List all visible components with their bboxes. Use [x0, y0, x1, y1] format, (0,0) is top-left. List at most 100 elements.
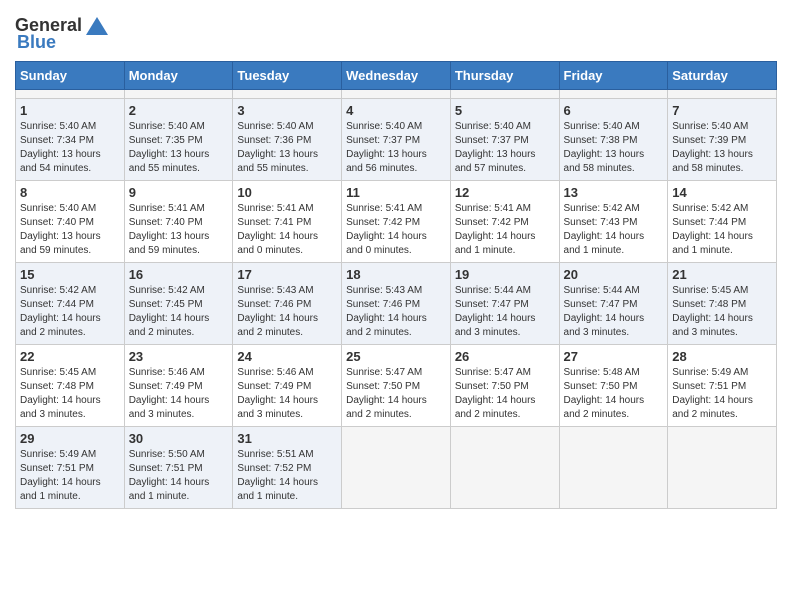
calendar-cell	[559, 427, 668, 509]
day-info: Sunrise: 5:40 AM Sunset: 7:34 PM Dayligh…	[20, 120, 120, 176]
calendar-cell: 14Sunrise: 5:42 AM Sunset: 7:44 PM Dayli…	[668, 181, 777, 263]
day-number: 3	[237, 103, 337, 118]
calendar-cell	[233, 90, 342, 99]
calendar-cell: 24Sunrise: 5:46 AM Sunset: 7:49 PM Dayli…	[233, 345, 342, 427]
day-info: Sunrise: 5:43 AM Sunset: 7:46 PM Dayligh…	[237, 284, 337, 340]
day-info: Sunrise: 5:40 AM Sunset: 7:38 PM Dayligh…	[564, 120, 664, 176]
calendar-cell: 5 Sunrise: 5:40 AM Sunset: 7:37 PM Daylig…	[450, 99, 559, 181]
day-number: 22	[20, 349, 120, 364]
calendar-week-row	[16, 90, 777, 99]
day-info: Sunrise: 5:44 AM Sunset: 7:47 PM Dayligh…	[455, 284, 555, 340]
day-number: 1	[20, 103, 120, 118]
day-number: 5	[455, 103, 555, 118]
day-info: Sunrise: 5:45 AM Sunset: 7:48 PM Dayligh…	[20, 366, 120, 422]
calendar-cell: 29 Sunrise: 5:49 AM Sunset: 7:51 PM Dayli…	[16, 427, 125, 509]
calendar-cell: 13Sunrise: 5:42 AM Sunset: 7:43 PM Dayli…	[559, 181, 668, 263]
calendar-cell: 6Sunrise: 5:40 AM Sunset: 7:38 PM Daylig…	[559, 99, 668, 181]
day-info: Sunrise: 5:41 AM Sunset: 7:42 PM Dayligh…	[455, 202, 555, 258]
day-number: 27	[564, 349, 664, 364]
calendar-cell: 1 Sunrise: 5:40 AM Sunset: 7:34 PM Daylig…	[16, 99, 125, 181]
day-number: 17	[237, 267, 337, 282]
day-number: 16	[129, 267, 229, 282]
calendar-cell: 26 Sunrise: 5:47 AM Sunset: 7:50 PM Dayli…	[450, 345, 559, 427]
day-info: Sunrise: 5:41 AM Sunset: 7:41 PM Dayligh…	[237, 202, 337, 258]
calendar-cell	[16, 90, 125, 99]
day-info: Sunrise: 5:47 AM Sunset: 7:50 PM Dayligh…	[346, 366, 446, 422]
calendar-cell: 28 Sunrise: 5:49 AM Sunset: 7:51 PM Dayli…	[668, 345, 777, 427]
logo-blue: Blue	[17, 32, 56, 53]
day-info: Sunrise: 5:47 AM Sunset: 7:50 PM Dayligh…	[455, 366, 555, 422]
calendar-cell	[559, 90, 668, 99]
calendar-cell	[450, 427, 559, 509]
day-info: Sunrise: 5:45 AM Sunset: 7:48 PM Dayligh…	[672, 284, 772, 340]
day-info: Sunrise: 5:40 AM Sunset: 7:37 PM Dayligh…	[346, 120, 446, 176]
day-number: 29	[20, 431, 120, 446]
day-info: Sunrise: 5:41 AM Sunset: 7:42 PM Dayligh…	[346, 202, 446, 258]
day-number: 18	[346, 267, 446, 282]
day-number: 11	[346, 185, 446, 200]
calendar-cell: 21 Sunrise: 5:45 AM Sunset: 7:48 PM Dayli…	[668, 263, 777, 345]
calendar-week-row: 22 Sunrise: 5:45 AM Sunset: 7:48 PM Dayli…	[16, 345, 777, 427]
day-number: 10	[237, 185, 337, 200]
calendar-header-tuesday: Tuesday	[233, 62, 342, 90]
day-number: 25	[346, 349, 446, 364]
calendar-week-row: 29 Sunrise: 5:49 AM Sunset: 7:51 PM Dayli…	[16, 427, 777, 509]
day-number: 4	[346, 103, 446, 118]
day-number: 9	[129, 185, 229, 200]
day-number: 28	[672, 349, 772, 364]
calendar-header-saturday: Saturday	[668, 62, 777, 90]
day-info: Sunrise: 5:40 AM Sunset: 7:35 PM Dayligh…	[129, 120, 229, 176]
calendar-cell: 2 Sunrise: 5:40 AM Sunset: 7:35 PM Daylig…	[124, 99, 233, 181]
calendar-header-thursday: Thursday	[450, 62, 559, 90]
day-number: 19	[455, 267, 555, 282]
calendar-cell: 19 Sunrise: 5:44 AM Sunset: 7:47 PM Dayli…	[450, 263, 559, 345]
logo-icon	[86, 17, 108, 35]
calendar-header-row: SundayMondayTuesdayWednesdayThursdayFrid…	[16, 62, 777, 90]
day-number: 14	[672, 185, 772, 200]
day-number: 31	[237, 431, 337, 446]
day-info: Sunrise: 5:51 AM Sunset: 7:52 PM Dayligh…	[237, 448, 337, 504]
day-info: Sunrise: 5:43 AM Sunset: 7:46 PM Dayligh…	[346, 284, 446, 340]
calendar-header-wednesday: Wednesday	[342, 62, 451, 90]
day-number: 12	[455, 185, 555, 200]
day-info: Sunrise: 5:40 AM Sunset: 7:39 PM Dayligh…	[672, 120, 772, 176]
calendar-cell: 11 Sunrise: 5:41 AM Sunset: 7:42 PM Dayli…	[342, 181, 451, 263]
calendar-cell: 16 Sunrise: 5:42 AM Sunset: 7:45 PM Dayli…	[124, 263, 233, 345]
calendar-cell: 7 Sunrise: 5:40 AM Sunset: 7:39 PM Daylig…	[668, 99, 777, 181]
logo: General Blue	[15, 15, 108, 53]
day-number: 2	[129, 103, 229, 118]
calendar-cell: 3Sunrise: 5:40 AM Sunset: 7:36 PM Daylig…	[233, 99, 342, 181]
calendar-header-sunday: Sunday	[16, 62, 125, 90]
day-info: Sunrise: 5:50 AM Sunset: 7:51 PM Dayligh…	[129, 448, 229, 504]
calendar-cell: 10 Sunrise: 5:41 AM Sunset: 7:41 PM Dayli…	[233, 181, 342, 263]
calendar-cell	[342, 90, 451, 99]
calendar-week-row: 8Sunrise: 5:40 AM Sunset: 7:40 PM Daylig…	[16, 181, 777, 263]
calendar-cell: 4 Sunrise: 5:40 AM Sunset: 7:37 PM Daylig…	[342, 99, 451, 181]
day-info: Sunrise: 5:42 AM Sunset: 7:45 PM Dayligh…	[129, 284, 229, 340]
calendar-cell	[668, 90, 777, 99]
day-number: 30	[129, 431, 229, 446]
day-info: Sunrise: 5:40 AM Sunset: 7:37 PM Dayligh…	[455, 120, 555, 176]
day-info: Sunrise: 5:46 AM Sunset: 7:49 PM Dayligh…	[237, 366, 337, 422]
day-number: 7	[672, 103, 772, 118]
calendar-cell: 20Sunrise: 5:44 AM Sunset: 7:47 PM Dayli…	[559, 263, 668, 345]
day-number: 23	[129, 349, 229, 364]
calendar-cell: 25 Sunrise: 5:47 AM Sunset: 7:50 PM Dayli…	[342, 345, 451, 427]
day-info: Sunrise: 5:40 AM Sunset: 7:40 PM Dayligh…	[20, 202, 120, 258]
day-info: Sunrise: 5:42 AM Sunset: 7:44 PM Dayligh…	[20, 284, 120, 340]
day-info: Sunrise: 5:49 AM Sunset: 7:51 PM Dayligh…	[20, 448, 120, 504]
day-number: 26	[455, 349, 555, 364]
calendar-header-friday: Friday	[559, 62, 668, 90]
calendar-cell	[342, 427, 451, 509]
day-number: 21	[672, 267, 772, 282]
calendar-cell: 27Sunrise: 5:48 AM Sunset: 7:50 PM Dayli…	[559, 345, 668, 427]
calendar-cell: 8Sunrise: 5:40 AM Sunset: 7:40 PM Daylig…	[16, 181, 125, 263]
calendar-cell: 9Sunrise: 5:41 AM Sunset: 7:40 PM Daylig…	[124, 181, 233, 263]
day-number: 15	[20, 267, 120, 282]
calendar-cell: 18 Sunrise: 5:43 AM Sunset: 7:46 PM Dayli…	[342, 263, 451, 345]
day-info: Sunrise: 5:49 AM Sunset: 7:51 PM Dayligh…	[672, 366, 772, 422]
calendar-header-monday: Monday	[124, 62, 233, 90]
calendar-cell: 22 Sunrise: 5:45 AM Sunset: 7:48 PM Dayli…	[16, 345, 125, 427]
calendar-cell: 30 Sunrise: 5:50 AM Sunset: 7:51 PM Dayli…	[124, 427, 233, 509]
calendar-week-row: 1 Sunrise: 5:40 AM Sunset: 7:34 PM Daylig…	[16, 99, 777, 181]
